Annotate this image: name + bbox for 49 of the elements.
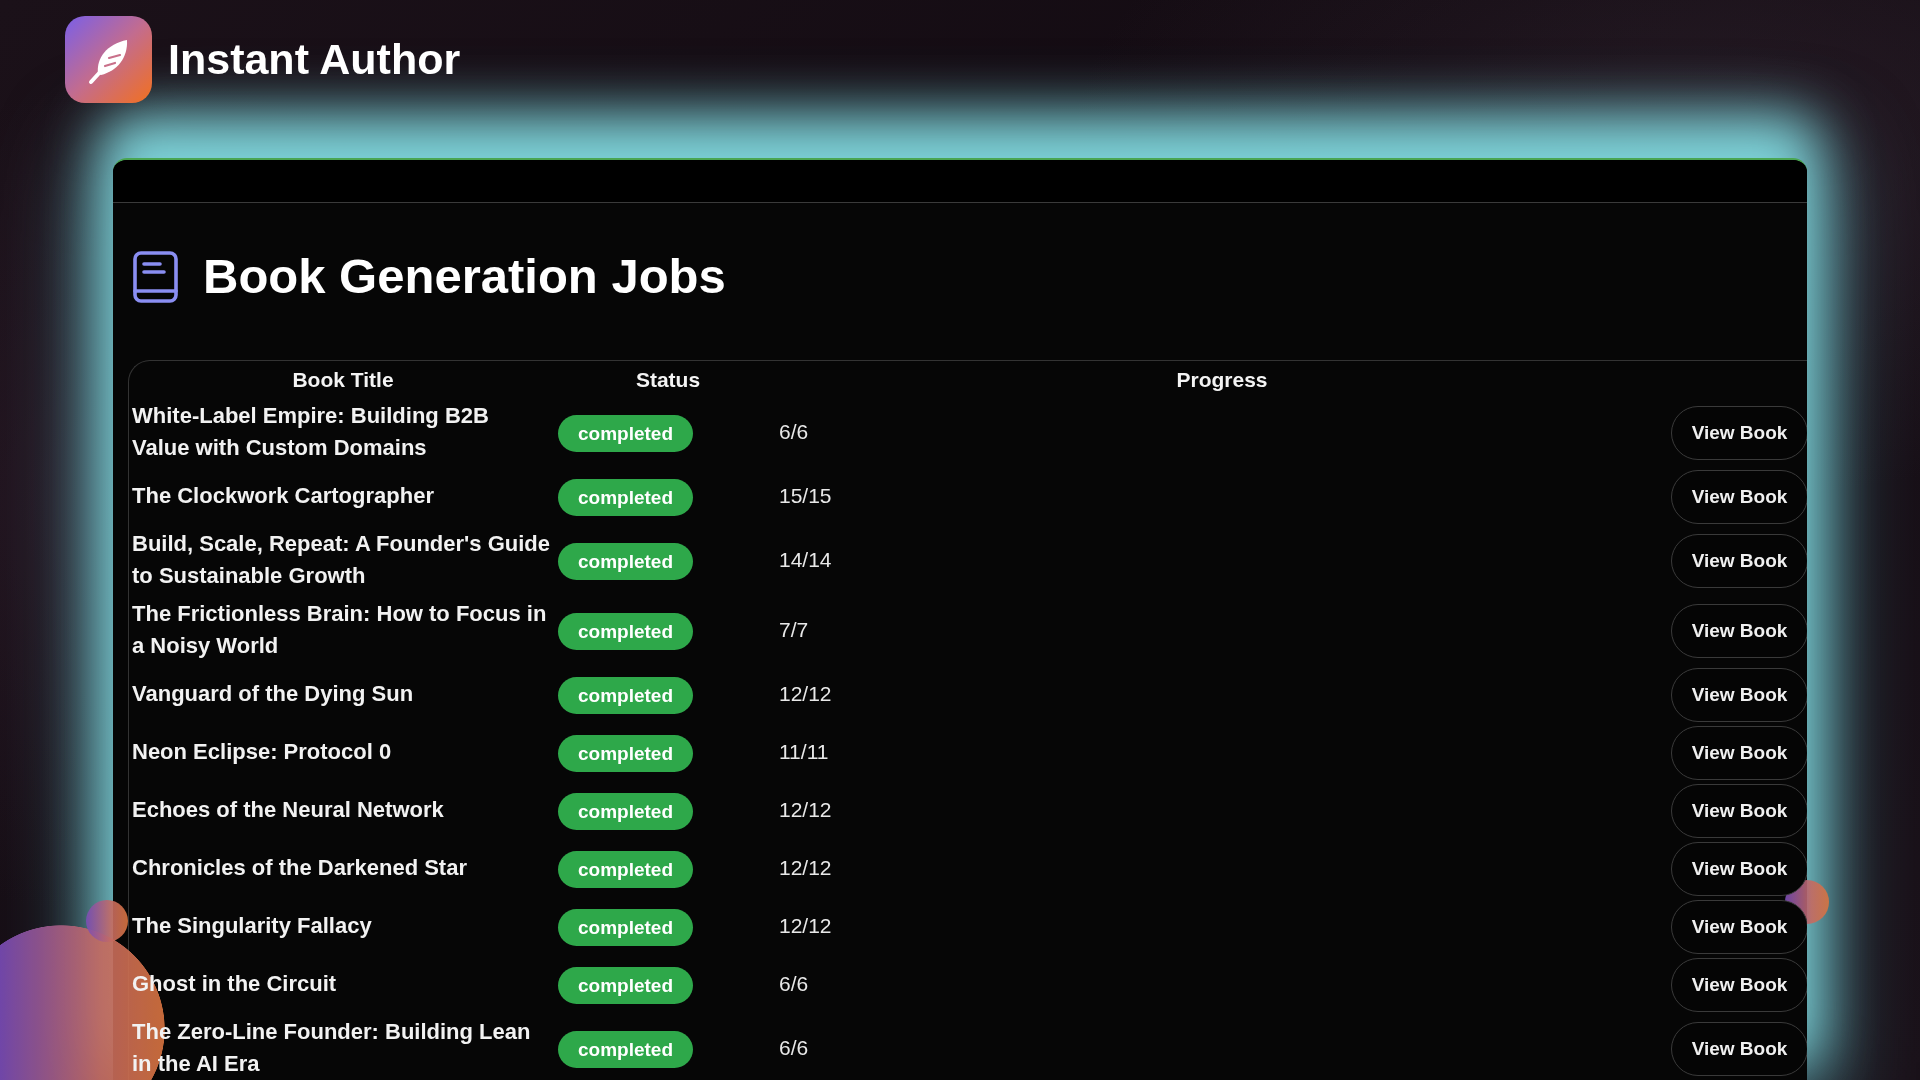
progress-count: 6/6 — [779, 1036, 809, 1059]
status-badge: completed — [558, 542, 693, 580]
progress-count: 12/12 — [779, 682, 832, 705]
view-book-button[interactable]: View Book — [1671, 900, 1807, 954]
book-title: Build, Scale, Repeat: A Founder's Guide to Sustainable Growth — [132, 530, 550, 590]
view-book-button[interactable]: View Book — [1671, 842, 1807, 896]
status-badge: completed — [558, 792, 693, 830]
status-badge: completed — [558, 966, 693, 1004]
column-header: Book Title — [292, 367, 394, 391]
view-book-button[interactable]: View Book — [1671, 958, 1807, 1012]
progress-count: 6/6 — [779, 972, 809, 995]
book-title: Chronicles of the Darkened Star — [132, 854, 467, 882]
view-book-button[interactable]: View Book — [1671, 726, 1807, 780]
progress-count: 12/12 — [779, 914, 832, 937]
progress-count: 7/7 — [779, 618, 809, 641]
status-badge: completed — [558, 414, 693, 452]
status-badge: completed — [558, 612, 693, 650]
status-badge: completed — [558, 734, 693, 772]
progress-count: 12/12 — [779, 798, 832, 821]
book-title: White-Label Empire: Building B2B Value with Custom Domains — [132, 402, 490, 462]
status-badge: completed — [558, 676, 693, 714]
progress-count: 14/14 — [779, 548, 832, 571]
view-book-button[interactable]: View Book — [1671, 470, 1807, 524]
page-title: Book Generation Jobs — [203, 248, 726, 304]
progress-count: 15/15 — [779, 484, 832, 507]
view-book-button[interactable]: View Book — [1671, 784, 1807, 838]
view-book-button[interactable]: View Book — [1671, 604, 1807, 658]
app-name: Instant Author — [168, 37, 461, 81]
progress-count: 12/12 — [779, 856, 832, 879]
feather-icon — [65, 15, 152, 103]
book-title: The Singularity Fallacy — [132, 912, 372, 940]
book-title: The Clockwork Cartographer — [132, 482, 434, 510]
status-badge: completed — [558, 850, 693, 888]
status-badge: completed — [558, 478, 693, 516]
book-title: Neon Eclipse: Protocol 0 — [132, 738, 392, 766]
book-title: Vanguard of the Dying Sun — [132, 680, 414, 708]
progress-count: 6/6 — [779, 420, 809, 443]
column-header: Progress — [1176, 367, 1268, 391]
view-book-button[interactable]: View Book — [1671, 668, 1807, 722]
view-book-button[interactable]: View Book — [1671, 1022, 1807, 1076]
book-icon — [133, 251, 178, 303]
status-badge: completed — [558, 908, 693, 946]
column-header: Status — [635, 367, 701, 391]
view-book-button[interactable]: View Book — [1671, 406, 1807, 460]
view-book-button[interactable]: View Book — [1671, 534, 1807, 588]
progress-count: 11/11 — [779, 740, 829, 763]
book-title: The Frictionless Brain: How to Focus in a Noisy World — [132, 600, 548, 660]
book-title: Echoes of the Neural Network — [132, 796, 444, 824]
status-badge: completed — [558, 1030, 693, 1068]
